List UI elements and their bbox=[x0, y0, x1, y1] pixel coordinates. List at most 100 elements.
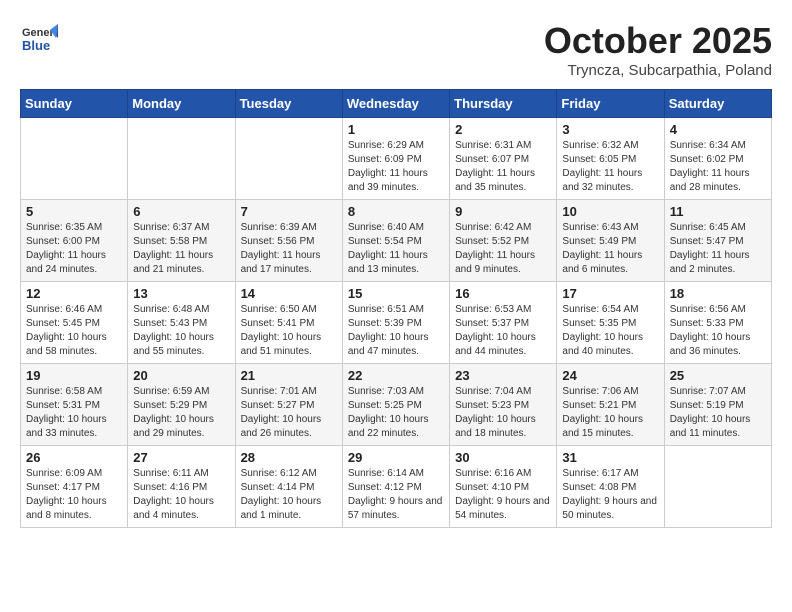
day-info: Sunrise: 6:17 AM Sunset: 4:08 PM Dayligh… bbox=[562, 467, 658, 523]
calendar-cell: 11 Sunrise: 6:45 AM Sunset: 5:47 PM Dayli… bbox=[664, 200, 771, 282]
logo: General Blue bbox=[20, 20, 58, 63]
calendar-cell: 6 Sunrise: 6:37 AM Sunset: 5:58 PM Daylig… bbox=[128, 200, 235, 282]
calendar-cell: 7 Sunrise: 6:39 AM Sunset: 5:56 PM Daylig… bbox=[235, 200, 342, 282]
day-info: Sunrise: 7:04 AM Sunset: 5:23 PM Dayligh… bbox=[455, 385, 551, 441]
day-number: 6 bbox=[133, 204, 229, 219]
calendar-cell: 3 Sunrise: 6:32 AM Sunset: 6:05 PM Daylig… bbox=[557, 118, 664, 200]
calendar-cell: 19 Sunrise: 6:58 AM Sunset: 5:31 PM Dayli… bbox=[21, 364, 128, 446]
day-number: 12 bbox=[26, 286, 122, 301]
day-number: 10 bbox=[562, 204, 658, 219]
calendar-cell: 13 Sunrise: 6:48 AM Sunset: 5:43 PM Dayli… bbox=[128, 282, 235, 364]
calendar-cell: 14Sunrise: 6:50 AM Sunset: 5:41 PM Dayli… bbox=[235, 282, 342, 364]
day-number: 7 bbox=[241, 204, 337, 219]
calendar-cell: 8 Sunrise: 6:40 AM Sunset: 5:54 PM Daylig… bbox=[342, 200, 449, 282]
day-number: 21 bbox=[241, 368, 337, 383]
col-header-friday: Friday bbox=[557, 90, 664, 118]
calendar-cell bbox=[128, 118, 235, 200]
day-info: Sunrise: 7:06 AM Sunset: 5:21 PM Dayligh… bbox=[562, 385, 658, 441]
calendar-header: SundayMondayTuesdayWednesdayThursdayFrid… bbox=[21, 90, 772, 118]
day-number: 17 bbox=[562, 286, 658, 301]
col-header-tuesday: Tuesday bbox=[235, 90, 342, 118]
week-row-2: 5 Sunrise: 6:35 AM Sunset: 6:00 PM Daylig… bbox=[21, 200, 772, 282]
day-info: Sunrise: 6:16 AM Sunset: 4:10 PM Dayligh… bbox=[455, 467, 551, 523]
calendar-cell: 28Sunrise: 6:12 AM Sunset: 4:14 PM Dayli… bbox=[235, 446, 342, 528]
day-number: 29 bbox=[348, 450, 444, 465]
calendar-cell: 9Sunrise: 6:42 AM Sunset: 5:52 PM Daylig… bbox=[450, 200, 557, 282]
calendar-cell: 16Sunrise: 6:53 AM Sunset: 5:37 PM Dayli… bbox=[450, 282, 557, 364]
day-info: Sunrise: 6:56 AM Sunset: 5:33 PM Dayligh… bbox=[670, 303, 766, 359]
day-number: 1 bbox=[348, 122, 444, 137]
day-number: 11 bbox=[670, 204, 766, 219]
day-number: 23 bbox=[455, 368, 551, 383]
day-info: Sunrise: 6:37 AM Sunset: 5:58 PM Dayligh… bbox=[133, 221, 229, 277]
week-row-5: 26 Sunrise: 6:09 AM Sunset: 4:17 PM Dayli… bbox=[21, 446, 772, 528]
day-info: Sunrise: 7:07 AM Sunset: 5:19 PM Dayligh… bbox=[670, 385, 766, 441]
calendar-cell: 22Sunrise: 7:03 AM Sunset: 5:25 PM Dayli… bbox=[342, 364, 449, 446]
calendar-cell bbox=[21, 118, 128, 200]
day-info: Sunrise: 6:39 AM Sunset: 5:56 PM Dayligh… bbox=[241, 221, 337, 277]
calendar-cell: 17 Sunrise: 6:54 AM Sunset: 5:35 PM Dayli… bbox=[557, 282, 664, 364]
calendar-cell: 31 Sunrise: 6:17 AM Sunset: 4:08 PM Dayli… bbox=[557, 446, 664, 528]
day-number: 3 bbox=[562, 122, 658, 137]
week-row-4: 19 Sunrise: 6:58 AM Sunset: 5:31 PM Dayli… bbox=[21, 364, 772, 446]
week-row-1: 1Sunrise: 6:29 AM Sunset: 6:09 PM Daylig… bbox=[21, 118, 772, 200]
calendar-cell: 29Sunrise: 6:14 AM Sunset: 4:12 PM Dayli… bbox=[342, 446, 449, 528]
day-number: 15 bbox=[348, 286, 444, 301]
calendar-cell: 23 Sunrise: 7:04 AM Sunset: 5:23 PM Dayli… bbox=[450, 364, 557, 446]
day-info: Sunrise: 6:32 AM Sunset: 6:05 PM Dayligh… bbox=[562, 139, 658, 195]
day-number: 28 bbox=[241, 450, 337, 465]
day-info: Sunrise: 6:58 AM Sunset: 5:31 PM Dayligh… bbox=[26, 385, 122, 441]
day-info: Sunrise: 6:59 AM Sunset: 5:29 PM Dayligh… bbox=[133, 385, 229, 441]
day-info: Sunrise: 6:48 AM Sunset: 5:43 PM Dayligh… bbox=[133, 303, 229, 359]
title-area: October 2025 Tryncza, Subcarpathia, Pola… bbox=[544, 20, 772, 79]
calendar-cell: 26 Sunrise: 6:09 AM Sunset: 4:17 PM Dayli… bbox=[21, 446, 128, 528]
col-header-thursday: Thursday bbox=[450, 90, 557, 118]
calendar-cell: 4Sunrise: 6:34 AM Sunset: 6:02 PM Daylig… bbox=[664, 118, 771, 200]
col-header-saturday: Saturday bbox=[664, 90, 771, 118]
week-row-3: 12 Sunrise: 6:46 AM Sunset: 5:45 PM Dayli… bbox=[21, 282, 772, 364]
calendar-cell: 5 Sunrise: 6:35 AM Sunset: 6:00 PM Daylig… bbox=[21, 200, 128, 282]
calendar-cell: 18Sunrise: 6:56 AM Sunset: 5:33 PM Dayli… bbox=[664, 282, 771, 364]
day-number: 26 bbox=[26, 450, 122, 465]
day-info: Sunrise: 6:45 AM Sunset: 5:47 PM Dayligh… bbox=[670, 221, 766, 277]
day-number: 25 bbox=[670, 368, 766, 383]
calendar-table: SundayMondayTuesdayWednesdayThursdayFrid… bbox=[20, 89, 772, 528]
day-info: Sunrise: 6:34 AM Sunset: 6:02 PM Dayligh… bbox=[670, 139, 766, 195]
day-number: 8 bbox=[348, 204, 444, 219]
col-header-monday: Monday bbox=[128, 90, 235, 118]
calendar-cell: 2Sunrise: 6:31 AM Sunset: 6:07 PM Daylig… bbox=[450, 118, 557, 200]
col-header-sunday: Sunday bbox=[21, 90, 128, 118]
svg-text:Blue: Blue bbox=[22, 38, 50, 53]
day-number: 19 bbox=[26, 368, 122, 383]
day-info: Sunrise: 6:40 AM Sunset: 5:54 PM Dayligh… bbox=[348, 221, 444, 277]
calendar-cell: 10 Sunrise: 6:43 AM Sunset: 5:49 PM Dayli… bbox=[557, 200, 664, 282]
day-info: Sunrise: 7:01 AM Sunset: 5:27 PM Dayligh… bbox=[241, 385, 337, 441]
day-number: 31 bbox=[562, 450, 658, 465]
calendar-cell bbox=[664, 446, 771, 528]
day-info: Sunrise: 6:50 AM Sunset: 5:41 PM Dayligh… bbox=[241, 303, 337, 359]
day-info: Sunrise: 6:09 AM Sunset: 4:17 PM Dayligh… bbox=[26, 467, 122, 523]
day-info: Sunrise: 6:11 AM Sunset: 4:16 PM Dayligh… bbox=[133, 467, 229, 523]
calendar-cell: 25 Sunrise: 7:07 AM Sunset: 5:19 PM Dayli… bbox=[664, 364, 771, 446]
day-info: Sunrise: 6:43 AM Sunset: 5:49 PM Dayligh… bbox=[562, 221, 658, 277]
day-number: 24 bbox=[562, 368, 658, 383]
day-number: 5 bbox=[26, 204, 122, 219]
day-number: 22 bbox=[348, 368, 444, 383]
calendar-cell: 21 Sunrise: 7:01 AM Sunset: 5:27 PM Dayli… bbox=[235, 364, 342, 446]
day-number: 30 bbox=[455, 450, 551, 465]
day-number: 13 bbox=[133, 286, 229, 301]
day-info: Sunrise: 6:31 AM Sunset: 6:07 PM Dayligh… bbox=[455, 139, 551, 195]
day-number: 27 bbox=[133, 450, 229, 465]
calendar-cell: 1Sunrise: 6:29 AM Sunset: 6:09 PM Daylig… bbox=[342, 118, 449, 200]
calendar-cell bbox=[235, 118, 342, 200]
col-header-wednesday: Wednesday bbox=[342, 90, 449, 118]
day-number: 16 bbox=[455, 286, 551, 301]
logo-graphic: General Blue bbox=[20, 20, 58, 63]
day-number: 20 bbox=[133, 368, 229, 383]
day-number: 9 bbox=[455, 204, 551, 219]
day-info: Sunrise: 6:51 AM Sunset: 5:39 PM Dayligh… bbox=[348, 303, 444, 359]
day-info: Sunrise: 6:46 AM Sunset: 5:45 PM Dayligh… bbox=[26, 303, 122, 359]
day-info: Sunrise: 6:35 AM Sunset: 6:00 PM Dayligh… bbox=[26, 221, 122, 277]
calendar-cell: 30 Sunrise: 6:16 AM Sunset: 4:10 PM Dayli… bbox=[450, 446, 557, 528]
day-info: Sunrise: 6:54 AM Sunset: 5:35 PM Dayligh… bbox=[562, 303, 658, 359]
